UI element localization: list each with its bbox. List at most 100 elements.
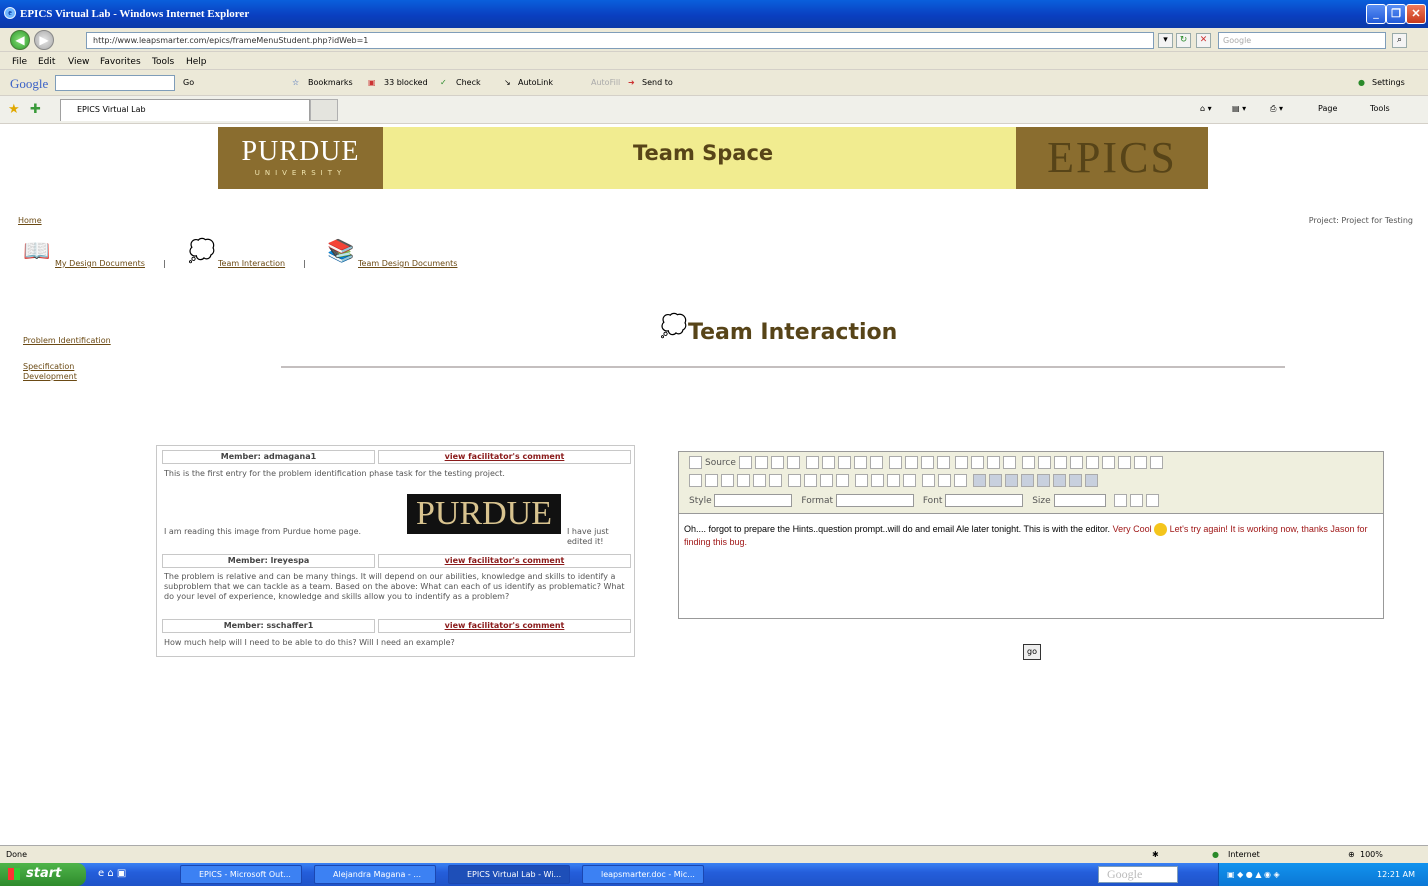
menu-view[interactable]: View <box>68 57 89 67</box>
view-facilitator-comment-link[interactable]: view facilitator's comment <box>445 556 565 565</box>
templates-icon[interactable] <box>786 456 800 469</box>
font-select[interactable] <box>945 494 1024 507</box>
view-facilitator-comment-link[interactable]: view facilitator's comment <box>445 621 565 630</box>
paste-word-icon[interactable] <box>869 456 883 469</box>
bookmarks-button[interactable]: Bookmarks <box>308 78 353 87</box>
task-leapsmarter-doc[interactable]: leapsmarter.doc - Mic... <box>582 865 704 884</box>
view-facilitator-comment-link[interactable]: view facilitator's comment <box>445 452 565 461</box>
add-favorites-icon[interactable]: ✚ <box>30 102 41 117</box>
menu-file[interactable]: File <box>12 57 27 67</box>
format-select[interactable] <box>835 494 914 507</box>
anchor-icon[interactable] <box>953 474 967 487</box>
feeds-icon[interactable]: ▤ ▾ <box>1232 104 1246 113</box>
task-alejandra[interactable]: Alejandra Magana - ... <box>314 865 436 884</box>
search-icon[interactable]: ⌕ <box>1392 33 1407 48</box>
tray-icons[interactable]: ▣ ◆ ● ▲ ◉ ◈ <box>1227 870 1280 879</box>
task-outlook[interactable]: EPICS - Microsoft Out... <box>180 865 302 884</box>
blocked-button[interactable]: 33 blocked <box>384 78 428 87</box>
new-page-icon[interactable] <box>754 456 768 469</box>
remove-format-icon[interactable] <box>1003 456 1017 469</box>
menu-edit[interactable]: Edit <box>38 57 55 67</box>
editor-content[interactable]: Oh.... forgot to prepare the Hints..ques… <box>684 523 1374 548</box>
problem-identification-link[interactable]: Problem Identification <box>23 336 111 345</box>
redo-icon[interactable] <box>936 456 950 469</box>
save-icon[interactable] <box>738 456 752 469</box>
go-button[interactable]: Go <box>183 78 194 87</box>
align-right-icon[interactable] <box>886 474 900 487</box>
numbered-list-icon[interactable] <box>787 474 801 487</box>
new-tab-button[interactable] <box>310 99 338 121</box>
menu-help[interactable]: Help <box>186 57 207 67</box>
underline-icon[interactable] <box>721 474 734 487</box>
justify-icon[interactable] <box>902 474 916 487</box>
cut-icon[interactable] <box>805 456 819 469</box>
about-icon[interactable] <box>1146 494 1160 507</box>
start-button[interactable]: start <box>0 863 86 886</box>
page-break-icon[interactable] <box>1068 474 1082 487</box>
style-select[interactable] <box>714 494 793 507</box>
source-icon[interactable] <box>689 456 702 469</box>
page-menu[interactable]: Page <box>1318 104 1337 113</box>
strike-icon[interactable] <box>737 474 750 487</box>
preview-icon[interactable] <box>770 456 784 469</box>
size-select[interactable] <box>1053 494 1106 507</box>
radio-icon[interactable] <box>1054 456 1068 469</box>
image-button-icon[interactable] <box>1134 456 1148 469</box>
replace-icon[interactable] <box>971 456 985 469</box>
search-input[interactable]: Google <box>1218 32 1386 49</box>
team-design-documents-link[interactable]: Team Design Documents <box>358 259 457 268</box>
hidden-field-icon[interactable] <box>1150 456 1164 469</box>
favorites-star-icon[interactable]: ★ <box>8 102 20 117</box>
smiley-icon[interactable] <box>1036 474 1050 487</box>
paste-text-icon[interactable] <box>853 456 867 469</box>
paste-icon[interactable] <box>837 456 851 469</box>
home-link[interactable]: Home <box>18 216 42 225</box>
my-design-documents-link[interactable]: My Design Documents <box>55 259 145 268</box>
checkbox-icon[interactable] <box>1038 456 1052 469</box>
stop-icon[interactable]: ✕ <box>1196 33 1211 48</box>
print-icon[interactable]: ⎙ ▾ <box>1270 104 1283 114</box>
autofill-button[interactable]: AutoFill <box>591 78 620 87</box>
menu-favorites[interactable]: Favorites <box>100 57 141 67</box>
copy-icon[interactable] <box>821 456 835 469</box>
textfield-icon[interactable] <box>1070 456 1084 469</box>
subscript-icon[interactable] <box>753 474 766 487</box>
form-icon[interactable] <box>1022 456 1036 469</box>
select-all-icon[interactable] <box>987 456 1001 469</box>
flash-icon[interactable] <box>988 474 1002 487</box>
go-submit-button[interactable]: go <box>1023 644 1041 660</box>
superscript-icon[interactable] <box>769 474 782 487</box>
maximize-button[interactable]: ❐ <box>1386 4 1406 24</box>
autolink-button[interactable]: AutoLink <box>518 78 553 87</box>
special-char-icon[interactable] <box>1052 474 1066 487</box>
find-icon[interactable] <box>955 456 969 469</box>
horizontal-rule-icon[interactable] <box>1020 474 1034 487</box>
link-icon[interactable] <box>921 474 935 487</box>
align-left-icon[interactable] <box>854 474 868 487</box>
zoom-level[interactable]: 100% <box>1360 850 1383 859</box>
bulleted-list-icon[interactable] <box>803 474 817 487</box>
google-search-input[interactable] <box>55 75 175 91</box>
settings-button[interactable]: Settings <box>1372 78 1405 87</box>
source-button[interactable]: Source <box>705 458 736 468</box>
rich-text-editor[interactable]: Source Style Format Font Size Oh.... for… <box>678 451 1384 619</box>
home-icon[interactable]: ⌂ ▾ <box>1200 104 1212 113</box>
sendto-button[interactable]: Send to <box>642 78 673 87</box>
google-deskbar-input[interactable]: Google <box>1098 866 1178 883</box>
undo-icon[interactable] <box>920 456 934 469</box>
image-icon[interactable] <box>972 474 986 487</box>
text-color-icon[interactable] <box>1114 494 1128 507</box>
specification-development-link[interactable]: Specification Development <box>23 362 77 382</box>
print-icon[interactable] <box>888 456 902 469</box>
select-icon[interactable] <box>1102 456 1116 469</box>
minimize-button[interactable]: _ <box>1366 4 1386 24</box>
menu-tools[interactable]: Tools <box>152 57 174 67</box>
forward-button[interactable]: ▶ <box>34 30 54 50</box>
table-icon[interactable] <box>1004 474 1018 487</box>
back-button[interactable]: ◀ <box>10 30 30 50</box>
task-epics-virtual-lab[interactable]: EPICS Virtual Lab - Wi... <box>448 865 570 884</box>
dropdown-icon[interactable]: ▾ <box>1158 33 1173 48</box>
tools-menu[interactable]: Tools <box>1370 104 1390 113</box>
align-center-icon[interactable] <box>870 474 884 487</box>
refresh-icon[interactable]: ↻ <box>1176 33 1191 48</box>
